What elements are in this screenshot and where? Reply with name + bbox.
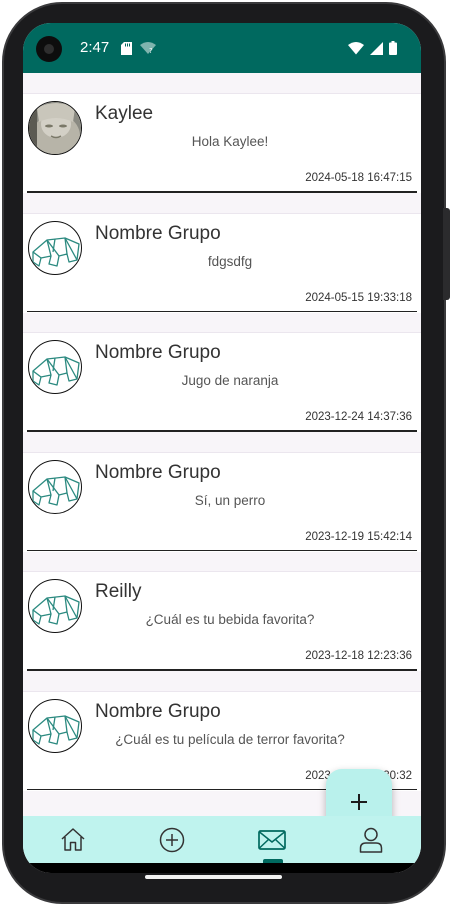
chat-name: Nombre Grupo	[95, 222, 221, 244]
nav-profile-button[interactable]	[322, 816, 422, 863]
sd-card-icon	[121, 42, 132, 55]
chat-timestamp: 2024-05-15 19:33:18	[305, 291, 412, 304]
chat-timestamp: 2023-12-19 15:42:14	[305, 530, 412, 543]
chat-last-message: Jugo de naranja	[181, 373, 279, 388]
bottom-navigation	[23, 816, 421, 863]
chat-last-message: ¿Cuál es tu película de terror favorita?	[115, 731, 345, 747]
chat-last-message: Hola Kaylee!	[191, 134, 269, 149]
avatar[interactable]	[28, 340, 82, 394]
status-bar: 2:47 ?	[23, 23, 421, 73]
wifi-question-icon: ?	[140, 42, 156, 55]
battery-icon	[389, 41, 397, 55]
gesture-area	[23, 863, 421, 873]
avatar[interactable]	[28, 459, 82, 514]
origami-elephant-icon	[32, 595, 80, 625]
chat-timestamp: 2023-12-24 14:37:36	[305, 411, 412, 423]
origami-elephant-icon	[32, 356, 80, 386]
device: 2:47 ? Kaylee Hola Kaylee! 2024-05-18 16…	[0, 0, 452, 908]
power-button	[443, 208, 450, 300]
avatar[interactable]	[28, 101, 82, 155]
chat-name: Kaylee	[95, 103, 154, 124]
origami-elephant-icon	[32, 714, 80, 745]
chat-name: Nombre Grupo	[95, 700, 221, 722]
chat-last-message: ¿Cuál es tu bebida favorita?	[145, 612, 315, 627]
chat-divider	[27, 549, 417, 551]
chat-item[interactable]: Nombre Grupo fdgsdfg 2024-05-15 19:33:18	[23, 212, 421, 313]
chat-item[interactable]: Reilly ¿Cuál es tu bebida favorita? 2023…	[23, 571, 421, 671]
add-circle-icon	[160, 827, 185, 852]
signal-icon	[370, 41, 383, 55]
origami-elephant-icon	[32, 475, 80, 506]
list-top-spacer	[23, 73, 421, 93]
user-icon	[360, 827, 383, 853]
avatar[interactable]	[28, 220, 82, 275]
chat-divider	[27, 310, 417, 312]
chat-item[interactable]: Nombre Grupo Sí, un perro 2023-12-19 15:…	[23, 451, 421, 552]
svg-text:?: ?	[149, 47, 153, 55]
screen: 2:47 ? Kaylee Hola Kaylee! 2024-05-18 16…	[23, 23, 421, 873]
chat-divider	[27, 669, 417, 671]
chat-last-message: fdgsdfg	[207, 253, 253, 269]
plus-icon	[351, 794, 367, 810]
chat-timestamp: 2023-12-18 12:23:36	[305, 650, 412, 662]
chat-name: Nombre Grupo	[95, 342, 221, 363]
chat-name: Reilly	[95, 581, 142, 602]
mail-icon	[257, 829, 286, 850]
status-notification-icons: ?	[121, 42, 156, 55]
status-time: 2:47	[80, 39, 110, 56]
chat-list[interactable]: Kaylee Hola Kaylee! 2024-05-18 16:47:15	[23, 73, 421, 816]
chat-divider	[27, 191, 417, 193]
nav-home-button[interactable]	[23, 816, 123, 863]
camera-cutout	[36, 36, 62, 62]
photo-avatar-image	[29, 102, 81, 154]
chat-name: Nombre Grupo	[95, 461, 221, 483]
home-icon	[61, 828, 85, 851]
wifi-icon	[348, 41, 364, 54]
avatar[interactable]	[28, 698, 82, 753]
chat-item[interactable]: Nombre Grupo Jugo de naranja 2023-12-24 …	[23, 332, 421, 432]
new-chat-fab-button[interactable]	[326, 769, 392, 816]
chat-timestamp: 2024-05-18 16:47:15	[305, 172, 412, 184]
home-gesture-bar[interactable]	[145, 875, 282, 879]
chat-divider	[27, 430, 417, 432]
avatar[interactable]	[28, 579, 82, 633]
nav-messages-button[interactable]	[222, 816, 322, 863]
chat-item[interactable]: Kaylee Hola Kaylee! 2024-05-18 16:47:15	[23, 93, 421, 193]
status-system-icons	[348, 41, 397, 55]
chat-last-message: Sí, un perro	[194, 492, 266, 508]
origami-elephant-icon	[32, 236, 80, 267]
nav-add-button[interactable]	[123, 816, 223, 863]
